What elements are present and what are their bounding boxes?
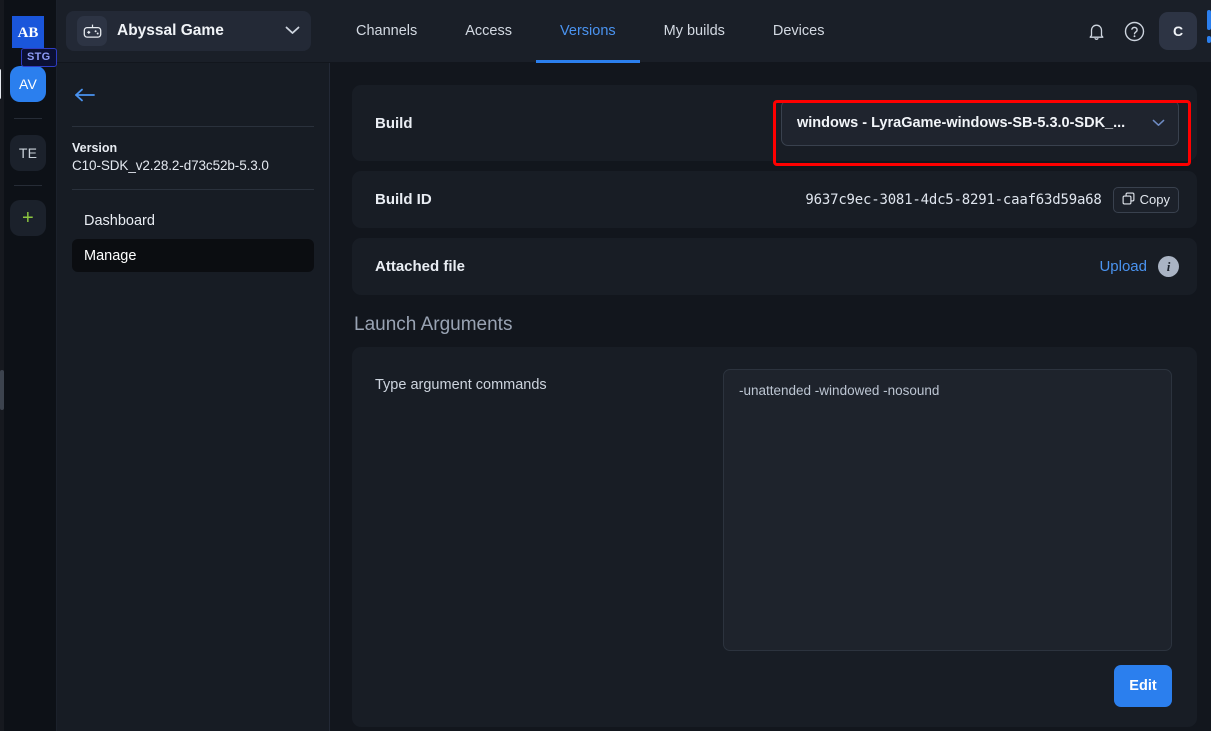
sidebar-divider-2 xyxy=(72,189,314,190)
launch-arguments-title: Launch Arguments xyxy=(354,314,513,335)
edit-button[interactable]: Edit xyxy=(1114,665,1172,707)
info-icon-glyph: i xyxy=(1166,258,1171,274)
rail-tile-te[interactable]: TE xyxy=(10,135,46,171)
tab-channels[interactable]: Channels xyxy=(332,0,441,63)
version-sidebar: Version C10-SDK_v2.28.2-d73c52b-5.3.0 Da… xyxy=(57,63,330,731)
rail-scrollbar-thumb[interactable] xyxy=(0,370,4,410)
version-value: C10-SDK_v2.28.2-d73c52b-5.3.0 xyxy=(72,158,269,173)
build-id-row: Build ID 9637c9ec-3081-4dc5-8291-caaf63d… xyxy=(352,171,1197,228)
copy-button-label: Copy xyxy=(1139,192,1170,207)
rail-tile-te-label: TE xyxy=(18,145,38,161)
add-organization-button[interactable]: + xyxy=(10,200,46,236)
project-name: Abyssal Game xyxy=(117,22,224,39)
rail-tile-av[interactable]: AV xyxy=(0,66,46,102)
build-id-value: 9637c9ec-3081-4dc5-8291-caaf63d59a68 xyxy=(805,191,1102,208)
upload-link[interactable]: Upload xyxy=(1099,258,1147,275)
version-label: Version xyxy=(72,141,118,155)
avatar[interactable]: C xyxy=(1159,12,1197,50)
svg-text:AB: AB xyxy=(18,25,39,41)
copy-button[interactable]: Copy xyxy=(1112,186,1179,213)
rail-divider-1 xyxy=(14,118,42,119)
launch-arguments-field-label: Type argument commands xyxy=(375,377,547,393)
build-select[interactable]: windows - LyraGame-windows-SB-5.3.0-SDK_… xyxy=(781,100,1179,146)
rail-scrollbar-track[interactable] xyxy=(0,0,4,731)
chevron-down-icon xyxy=(285,22,300,40)
top-bar: Abyssal Game Channels Access Versions My… xyxy=(57,0,1211,63)
attached-file-row: Attached file Upload i xyxy=(352,238,1197,295)
avatar-label: C xyxy=(1172,23,1184,39)
sidebar-item-dashboard-label: Dashboard xyxy=(84,212,155,229)
plus-icon: + xyxy=(22,206,34,229)
tab-versions[interactable]: Versions xyxy=(536,0,640,63)
tab-versions-label: Versions xyxy=(560,23,616,39)
build-id-label: Build ID xyxy=(375,191,432,208)
build-row: Build windows - LyraGame-windows-SB-5.3.… xyxy=(352,85,1197,161)
edit-button-label: Edit xyxy=(1129,678,1157,694)
tab-my-builds[interactable]: My builds xyxy=(640,0,749,63)
arrow-left-icon[interactable] xyxy=(72,81,100,112)
help-circle-icon[interactable] xyxy=(1121,18,1147,44)
body-area: Version C10-SDK_v2.28.2-d73c52b-5.3.0 Da… xyxy=(57,63,1211,731)
top-bar-actions: C xyxy=(1083,12,1211,50)
page-scrollbar-thumb-secondary[interactable] xyxy=(1207,36,1211,43)
launch-arguments-input[interactable]: -unattended -windowed -nosound xyxy=(723,369,1172,651)
org-rail: AB STG AV TE + xyxy=(0,0,57,731)
sidebar-item-manage[interactable]: Manage xyxy=(72,239,314,272)
version-info: Version C10-SDK_v2.28.2-d73c52b-5.3.0 xyxy=(72,127,314,173)
attached-file-label: Attached file xyxy=(375,258,466,275)
tab-access-label: Access xyxy=(465,23,513,39)
app-root: AB STG AV TE + Abyssal Game Channels Acc… xyxy=(0,0,1211,731)
build-card: Build windows - LyraGame-windows-SB-5.3.… xyxy=(352,85,1197,166)
env-badge-stg: STG xyxy=(21,48,57,67)
build-select-value: windows - LyraGame-windows-SB-5.3.0-SDK_… xyxy=(797,115,1126,131)
content-area: Build windows - LyraGame-windows-SB-5.3.… xyxy=(330,63,1211,731)
copy-icon xyxy=(1122,192,1135,208)
gamepad-icon xyxy=(77,16,107,46)
launch-arguments-card: Type argument commands -unattended -wind… xyxy=(352,347,1197,727)
info-icon[interactable]: i xyxy=(1158,256,1179,277)
nav-tabs: Channels Access Versions My builds Devic… xyxy=(332,0,848,63)
build-label: Build xyxy=(375,114,413,132)
bell-icon[interactable] xyxy=(1083,18,1109,44)
tab-devices-label: Devices xyxy=(772,23,825,39)
rail-divider-2 xyxy=(14,185,42,186)
sidebar-item-dashboard[interactable]: Dashboard xyxy=(72,204,314,237)
logo-ab-icon[interactable]: AB xyxy=(12,16,44,48)
project-selector[interactable]: Abyssal Game xyxy=(66,11,311,51)
tab-access[interactable]: Access xyxy=(441,0,536,63)
tab-devices[interactable]: Devices xyxy=(749,0,849,63)
attached-file-card: Attached file Upload i xyxy=(352,238,1197,295)
tab-channels-label: Channels xyxy=(356,23,418,39)
chevron-down-icon xyxy=(1152,114,1165,132)
page-scrollbar-thumb[interactable] xyxy=(1207,10,1211,30)
build-id-card: Build ID 9637c9ec-3081-4dc5-8291-caaf63d… xyxy=(352,171,1197,228)
rail-tile-av-label: AV xyxy=(18,76,38,92)
main-column: Abyssal Game Channels Access Versions My… xyxy=(57,0,1211,731)
sidebar-item-manage-label: Manage xyxy=(84,247,137,264)
tab-my-builds-label: My builds xyxy=(663,23,725,39)
